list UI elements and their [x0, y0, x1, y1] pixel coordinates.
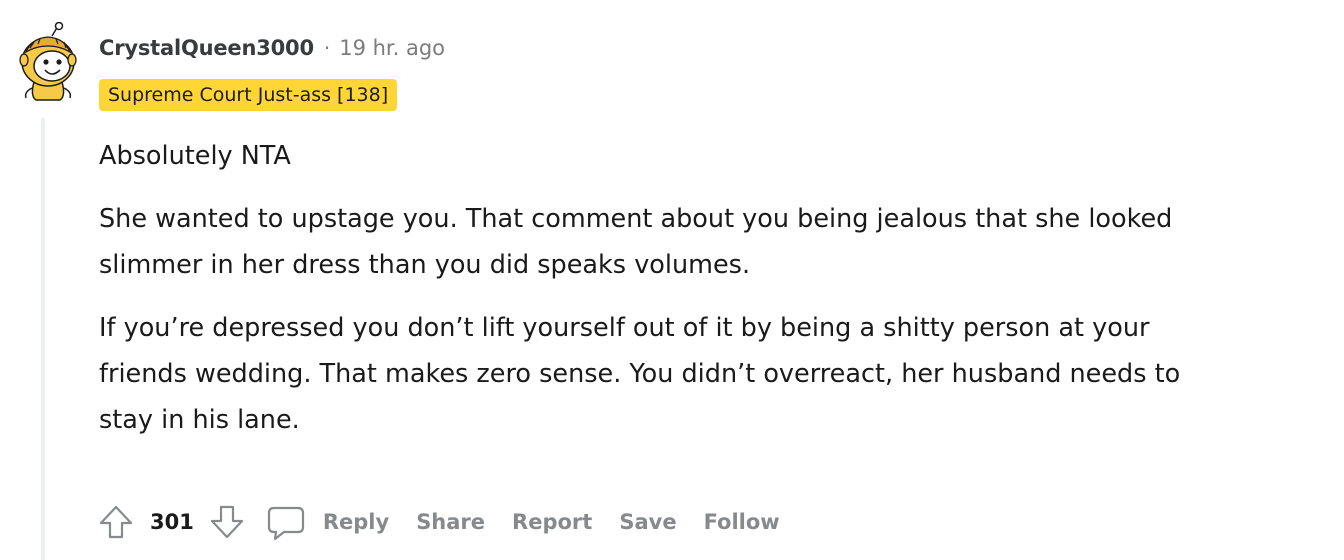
comment-body: Absolutely NTA She wanted to upstage you… [99, 133, 1335, 460]
vote-score: 301 [150, 510, 194, 534]
comment-paragraph: She wanted to upstage you. That comment … [99, 196, 1335, 288]
upvote-button[interactable] [96, 502, 136, 542]
comment-line: stay in his lane. [99, 405, 300, 435]
follow-button[interactable]: Follow [704, 510, 780, 534]
comment-line: slimmer in her dress than you did speaks… [99, 250, 751, 280]
comment-paragraph: Absolutely NTA [99, 133, 1335, 179]
arrow-up-icon [99, 505, 133, 539]
user-flair: Supreme Court Just-ass [138] [99, 79, 398, 111]
comment-line: If you’re depressed you don’t lift yours… [99, 313, 1150, 343]
arrow-down-icon [210, 505, 243, 539]
save-button[interactable]: Save [619, 510, 676, 534]
report-button[interactable]: Report [512, 510, 592, 534]
meta-separator: · [323, 36, 331, 60]
downvote-button[interactable] [207, 502, 247, 542]
reply-button[interactable]: Reply [323, 510, 389, 534]
comment-paragraph: If you’re depressed you don’t lift yours… [99, 305, 1335, 443]
speech-bubble-icon [267, 506, 304, 541]
comment-line: Absolutely NTA [99, 141, 291, 171]
avatar[interactable] [12, 21, 84, 102]
comment-line: friends wedding. That makes zero sense. … [99, 359, 1181, 389]
username-link[interactable]: CrystalQueen3000 [99, 36, 314, 60]
snoo-avatar-icon [19, 21, 77, 101]
share-button[interactable]: Share [416, 510, 485, 534]
comment-action-bar: 301 Reply Share Report Save Follow [96, 500, 780, 544]
timestamp[interactable]: 19 hr. ago [339, 36, 445, 60]
thread-line[interactable] [41, 118, 45, 560]
comment-line: She wanted to upstage you. That comment … [99, 204, 1173, 234]
comment-meta: CrystalQueen3000 · 19 hr. ago [99, 33, 445, 63]
comment-button[interactable] [265, 502, 307, 542]
